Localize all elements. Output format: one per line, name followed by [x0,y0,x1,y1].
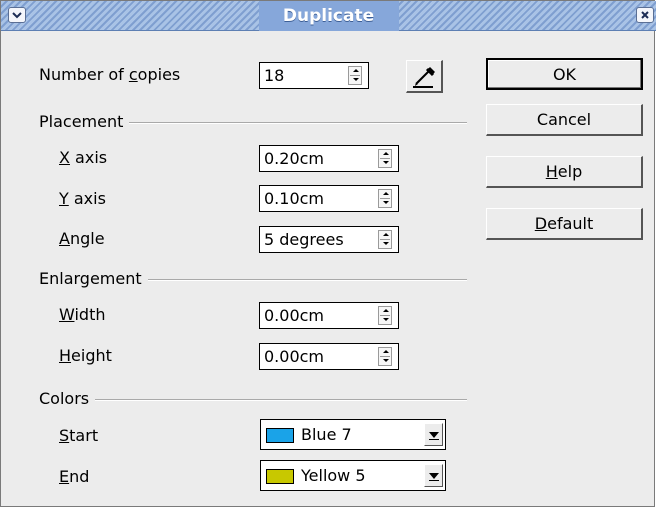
colors-heading: Colors [39,389,96,408]
close-icon [641,11,649,19]
end-mnemonic: E [59,467,70,486]
start-color-label: Start [59,426,98,445]
start-color-select[interactable]: Blue 7 [260,419,446,450]
angle-mnemonic: A [59,229,70,248]
angle-value: 5 degrees [264,230,344,249]
angle-spinner[interactable]: 5 degrees [259,226,399,253]
pipette-icon [413,67,435,88]
width-value: 0.00cm [264,306,325,325]
pick-values-button[interactable] [406,60,443,93]
title-bar[interactable]: Duplicate [1,1,656,31]
height-label: Height [59,346,112,365]
height-spinner[interactable]: 0.00cm [259,343,399,370]
y-axis-spinner[interactable]: 0.10cm [259,185,399,212]
height-label-post: eight [71,346,112,365]
copies-spin-arrows[interactable] [348,66,362,85]
help-label-post: elp [557,162,583,181]
width-spin-arrows[interactable] [378,306,392,325]
copies-spinner[interactable]: 18 [259,62,369,89]
height-spin-arrows[interactable] [378,347,392,366]
width-label-post: idth [74,305,106,324]
window-close-button[interactable] [636,7,654,23]
end-color-label: End [59,467,89,486]
enlargement-heading: Enlargement [39,269,148,288]
height-value: 0.00cm [264,347,325,366]
angle-label-post: ngle [69,229,105,248]
copies-value: 18 [264,66,285,85]
y-axis-label: Y axis [59,189,106,208]
window-title: Duplicate [282,6,375,26]
x-axis-mnemonic: X [59,148,70,167]
end-color-value: Yellow 5 [301,466,366,485]
width-label: Width [59,305,105,324]
help-mnemonic: H [545,162,558,181]
copies-label-pre: Number of [39,65,129,84]
x-axis-spinner[interactable]: 0.20cm [259,145,399,172]
ok-button[interactable]: OK [486,58,643,90]
default-mnemonic: D [534,214,548,233]
end-color-dropdown-button[interactable] [424,464,443,487]
chevron-down-icon [12,12,22,19]
angle-spin-arrows[interactable] [378,230,392,249]
x-axis-label: X axis [59,148,107,167]
help-button[interactable]: Help [486,156,643,188]
cancel-button[interactable]: Cancel [486,104,643,136]
angle-label: Angle [59,229,105,248]
height-mnemonic: H [59,346,72,365]
default-button[interactable]: Default [486,208,643,240]
width-spinner[interactable]: 0.00cm [259,302,399,329]
start-color-dropdown-button[interactable] [424,423,443,446]
copies-label-mnemonic: c [128,65,138,84]
window-menu-button[interactable] [8,7,26,23]
end-label-post: nd [69,467,90,486]
duplicate-dialog: Duplicate Number of copies 18 Placement … [0,0,656,507]
start-color-value: Blue 7 [301,425,352,444]
y-axis-label-post: axis [68,189,106,208]
y-axis-value: 0.10cm [264,189,325,208]
copies-label: Number of copies [39,65,180,84]
width-mnemonic: W [59,305,75,324]
y-axis-mnemonic: Y [59,189,69,208]
x-axis-label-post: axis [69,148,108,167]
end-color-swatch [266,469,294,484]
dropdown-arrow-icon [429,432,439,438]
copies-label-post: opies [137,65,181,84]
x-axis-spin-arrows[interactable] [378,149,392,168]
start-label-post: tart [69,426,99,445]
x-axis-value: 0.20cm [264,149,325,168]
y-axis-spin-arrows[interactable] [378,189,392,208]
default-label-post: efault [547,214,594,233]
start-color-swatch [266,428,294,443]
dropdown-arrow-icon [429,473,439,479]
end-color-select[interactable]: Yellow 5 [260,460,446,491]
start-mnemonic: S [59,426,70,445]
colors-separator [39,399,467,401]
placement-heading: Placement [39,112,130,131]
